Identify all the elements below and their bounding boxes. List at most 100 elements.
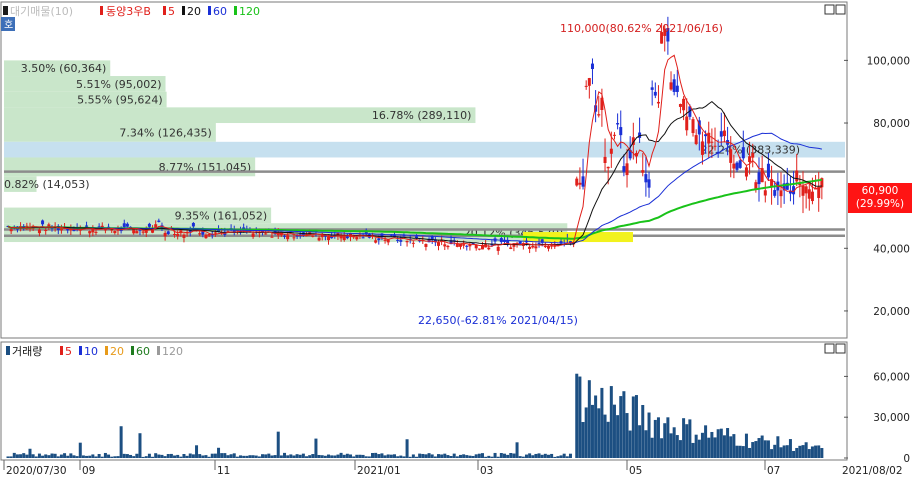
close-button[interactable] xyxy=(835,4,846,15)
volume-bar xyxy=(584,407,588,458)
candle-body xyxy=(757,172,761,185)
candle-body xyxy=(198,233,202,235)
candle-body xyxy=(292,237,296,239)
volume-bar xyxy=(524,454,528,458)
candle-body xyxy=(44,230,48,232)
volume-bar xyxy=(323,455,327,458)
volume-bar xyxy=(9,456,13,458)
candle-body xyxy=(487,247,491,250)
candle-body xyxy=(581,176,585,187)
volume-bar xyxy=(612,404,616,458)
volume-bar xyxy=(151,456,155,458)
candle-body xyxy=(88,231,92,234)
volume-bar xyxy=(704,425,708,458)
volume-bar xyxy=(770,449,774,458)
candle-body xyxy=(616,123,620,125)
volume-bar xyxy=(546,454,550,458)
volume-bar xyxy=(537,453,541,458)
volume-bar xyxy=(446,455,450,458)
volume-bar xyxy=(700,432,704,458)
legend-ma-label: 60 xyxy=(136,345,150,358)
volume-bar xyxy=(311,454,315,458)
volume-bar xyxy=(820,448,824,458)
volume-bar xyxy=(63,453,67,458)
volume-bar xyxy=(713,437,717,458)
candle-body xyxy=(383,239,387,241)
candle-body xyxy=(320,235,324,238)
volume-bar xyxy=(594,395,598,458)
volume-bar xyxy=(619,396,623,458)
candle-body xyxy=(361,237,365,239)
volume-bar xyxy=(575,373,579,458)
x-tick-label: 2020/07/30 xyxy=(6,465,67,477)
volume-bar xyxy=(251,455,255,458)
candle-body xyxy=(751,153,755,158)
candle-body xyxy=(710,141,714,143)
volume-bar xyxy=(792,450,796,458)
volume-bar xyxy=(389,454,393,458)
volume-bar xyxy=(543,453,547,458)
profile-label: 16.78% (289,110) xyxy=(372,109,472,122)
legend-ma-label: 5 xyxy=(168,5,175,18)
volume-bar xyxy=(757,438,761,458)
volume-bar xyxy=(386,454,390,458)
volume-bar xyxy=(75,456,79,458)
profile-label: 7.34% (126,435) xyxy=(119,126,212,139)
volume-bar xyxy=(198,454,202,458)
candle-body xyxy=(587,78,591,86)
volume-bar xyxy=(349,454,353,458)
volume-bar xyxy=(641,405,645,458)
volume-bar xyxy=(226,455,230,458)
volume-bar xyxy=(305,456,309,458)
candle-body xyxy=(748,156,752,162)
volume-bar xyxy=(534,453,538,458)
volume-bar xyxy=(484,456,488,458)
volume-bar xyxy=(647,412,651,458)
volume-bar xyxy=(468,455,472,458)
volume-bar xyxy=(653,419,657,458)
candle-body xyxy=(113,230,117,234)
volume-bar xyxy=(66,455,70,458)
volume-bar xyxy=(22,453,26,458)
volume-bar xyxy=(371,452,375,458)
y-tick-label: 20,000 xyxy=(873,306,910,318)
volume-bar xyxy=(443,453,447,458)
volume-bar xyxy=(301,453,305,458)
volume-bar xyxy=(760,435,764,458)
volume-bar xyxy=(688,419,692,458)
chart-window: 3.50% (60,364) 5.51% (95,002) 5.55% (95,62… xyxy=(0,0,914,478)
volume-bar xyxy=(568,453,572,458)
volume-bar xyxy=(345,453,349,458)
candle-body xyxy=(804,186,808,194)
volume-bar xyxy=(367,456,371,458)
volume-bar xyxy=(286,455,290,458)
candle-body xyxy=(355,237,359,240)
candle-body xyxy=(443,244,447,247)
high-annotation: 110,000(80.62% 2021/06/16) xyxy=(560,22,723,35)
candle-body xyxy=(37,229,41,234)
candle-body xyxy=(795,170,799,182)
legend-chip-label: 대기매물(10) xyxy=(10,5,73,18)
candle-body xyxy=(766,163,770,178)
volume-bar xyxy=(418,453,422,458)
volume-bar xyxy=(666,417,670,458)
candle-body xyxy=(399,240,403,242)
volume-bar xyxy=(298,454,302,458)
volume-bar xyxy=(144,456,148,458)
candle-body xyxy=(474,244,478,249)
maximize-button[interactable] xyxy=(824,4,835,15)
volume-close-button[interactable] xyxy=(835,343,846,354)
volume-maximize-button[interactable] xyxy=(824,343,835,354)
volume-bar xyxy=(232,453,236,458)
volume-bar xyxy=(270,455,274,458)
candle-body xyxy=(207,234,211,236)
volume-bar xyxy=(147,453,151,458)
volume-bar xyxy=(587,380,591,458)
profile-label: 0.82% (14,053) xyxy=(4,178,90,191)
price-tag-value: 60,900 xyxy=(862,185,899,197)
legend-ma-label: 20 xyxy=(187,5,201,18)
candle-body xyxy=(807,189,811,199)
legend-ma-marker xyxy=(208,6,211,15)
candle-body xyxy=(339,236,343,239)
volume-bar xyxy=(132,456,136,458)
